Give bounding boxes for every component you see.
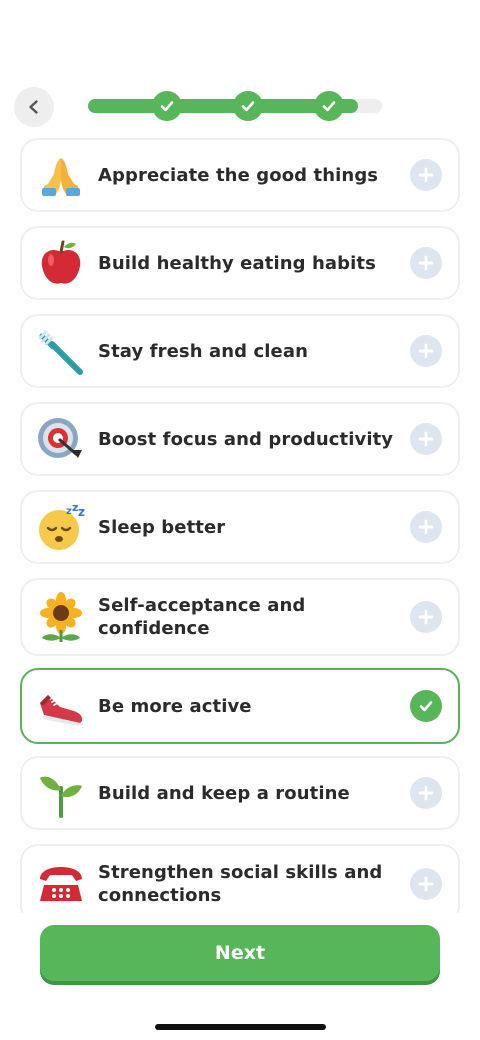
- sunflower-icon: [36, 592, 86, 642]
- goal-label: Sleep better: [98, 516, 226, 538]
- goal-card-fresh[interactable]: Stay fresh and clean: [20, 314, 460, 388]
- plus-icon: [418, 255, 434, 271]
- add-goal-button[interactable]: [410, 335, 442, 367]
- home-indicator: [155, 1024, 326, 1030]
- target-icon: [36, 414, 86, 464]
- add-goal-button[interactable]: [410, 777, 442, 809]
- sneaker-icon: [36, 681, 86, 731]
- goal-card-routine[interactable]: Build and keep a routine: [20, 756, 460, 830]
- add-goal-button[interactable]: [410, 423, 442, 455]
- goal-label: Build healthy eating habits: [98, 252, 376, 274]
- step-check-icon: [314, 91, 344, 121]
- progress-bar: [88, 91, 382, 121]
- seedling-icon: [36, 768, 86, 818]
- chevron-left-icon: [29, 100, 38, 114]
- goal-card-active[interactable]: Be more active: [20, 668, 460, 744]
- step-check-icon: [233, 91, 263, 121]
- check-icon: [419, 701, 433, 712]
- goal-card-focus[interactable]: Boost focus and productivity: [20, 402, 460, 476]
- goal-label: Stay fresh and clean: [98, 340, 308, 362]
- selected-check-button[interactable]: [410, 690, 442, 722]
- apple-icon: [36, 238, 86, 288]
- back-button[interactable]: [14, 87, 54, 127]
- sleeping-face-icon: z z z: [36, 502, 86, 552]
- toothbrush-icon: [36, 326, 86, 376]
- add-goal-button[interactable]: [410, 601, 442, 633]
- goal-label: Be more active: [98, 695, 252, 717]
- goal-card-appreciate[interactable]: Appreciate the good things: [20, 138, 460, 212]
- goal-label: Boost focus and productivity: [98, 428, 394, 450]
- plus-icon: [418, 519, 434, 535]
- goal-list[interactable]: Appreciate the good things Build healthy…: [20, 136, 460, 913]
- plus-icon: [418, 167, 434, 183]
- goal-label: Appreciate the good things: [98, 164, 379, 186]
- plus-icon: [418, 431, 434, 447]
- plus-icon: [418, 876, 434, 892]
- goal-card-self-acceptance[interactable]: Self-acceptance and confidence: [20, 578, 460, 656]
- plus-icon: [418, 343, 434, 359]
- svg-text:z: z: [78, 505, 85, 519]
- goal-card-sleep[interactable]: z z z Sleep better: [20, 490, 460, 564]
- goal-card-social[interactable]: Strengthen social skills and connections: [20, 844, 460, 913]
- next-button[interactable]: Next: [40, 925, 440, 981]
- goal-label: Build and keep a routine: [98, 782, 350, 804]
- add-goal-button[interactable]: [410, 159, 442, 191]
- top-bar: [0, 84, 480, 132]
- add-goal-button[interactable]: [410, 868, 442, 900]
- add-goal-button[interactable]: [410, 247, 442, 279]
- plus-icon: [418, 785, 434, 801]
- goal-card-eating[interactable]: Build healthy eating habits: [20, 226, 460, 300]
- goal-label: Strengthen social skills and connections: [98, 862, 383, 906]
- step-check-icon: [152, 91, 182, 121]
- plus-icon: [418, 609, 434, 625]
- goal-label: Self-acceptance and confidence: [98, 595, 306, 639]
- add-goal-button[interactable]: [410, 511, 442, 543]
- telephone-icon: [36, 859, 86, 909]
- folded-hands-icon: [36, 150, 86, 200]
